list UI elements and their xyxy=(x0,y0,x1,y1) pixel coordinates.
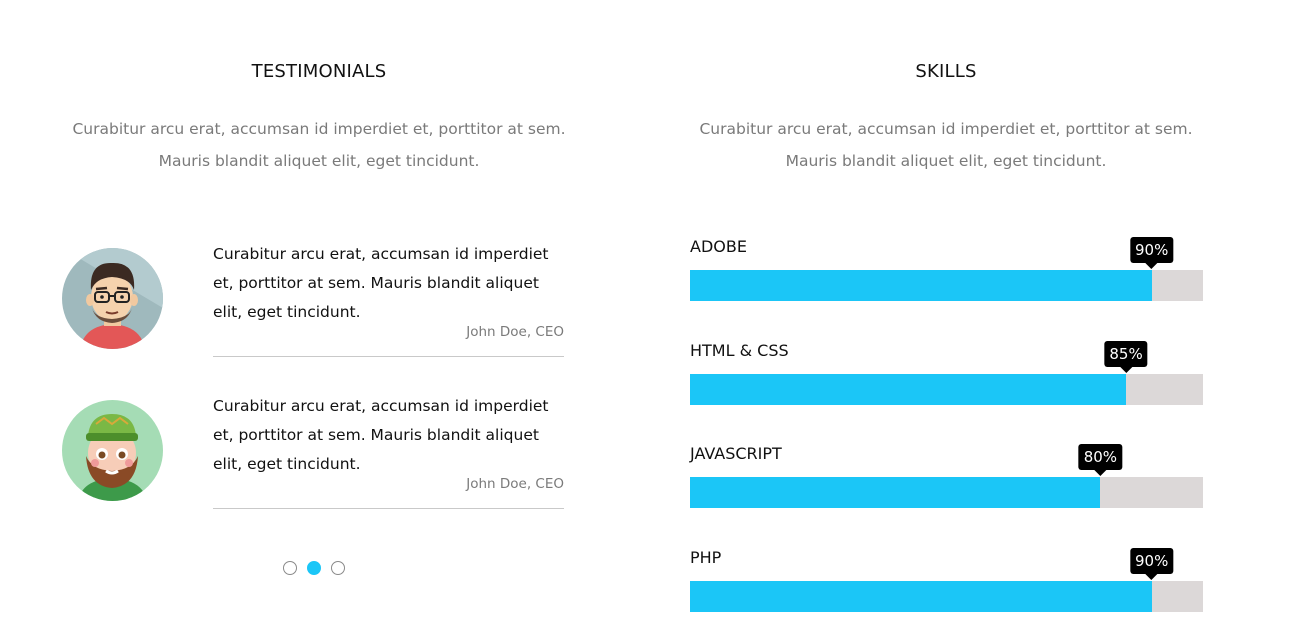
skill-javascript: JAVASCRIPT 80% xyxy=(690,444,1203,512)
skill-percent-tooltip: 90% xyxy=(1130,237,1174,269)
testimonial-pagination xyxy=(283,561,345,575)
testimonial-item: Curabitur arcu erat, accumsan id imperdi… xyxy=(62,245,564,360)
skill-percent-tooltip: 80% xyxy=(1078,444,1123,476)
skill-html-css: HTML & CSS 85% xyxy=(690,341,1203,409)
testimonials-description-line: Mauris blandit aliquet elit, eget tincid… xyxy=(158,152,480,170)
skill-progress-track xyxy=(690,581,1203,612)
skills-title: SKILLS xyxy=(915,61,977,82)
skill-percent-tooltip: 85% xyxy=(1104,341,1148,373)
skill-progress-track xyxy=(690,270,1203,301)
man-with-glasses-avatar-icon xyxy=(62,248,163,349)
testimonials-description: Curabitur arcu erat, accumsan id imperdi… xyxy=(40,113,598,177)
testimonials-title: TESTIMONIALS xyxy=(251,61,387,82)
skills-description-line: Curabitur arcu erat, accumsan id imperdi… xyxy=(699,120,1193,138)
skills-description: Curabitur arcu erat, accumsan id imperdi… xyxy=(656,113,1236,177)
skill-label: HTML & CSS xyxy=(690,341,789,360)
testimonial-divider xyxy=(213,356,564,357)
skill-label: PHP xyxy=(690,548,722,567)
skill-progress-fill xyxy=(690,477,1101,508)
pagination-dot-2[interactable] xyxy=(307,561,321,575)
skill-php: PHP 90% xyxy=(690,548,1203,616)
testimonials-description-line: Curabitur arcu erat, accumsan id imperdi… xyxy=(72,120,566,138)
skill-progress-fill xyxy=(690,270,1152,301)
skill-label: ADOBE xyxy=(690,237,747,256)
skills-description-line: Mauris blandit aliquet elit, eget tincid… xyxy=(785,152,1107,170)
testimonial-item: Curabitur arcu erat, accumsan id imperdi… xyxy=(62,397,564,512)
testimonial-quote: Curabitur arcu erat, accumsan id imperdi… xyxy=(213,397,549,473)
testimonial-author: John Doe, CEO xyxy=(466,324,564,340)
skill-progress-fill xyxy=(690,581,1152,612)
skill-progress-fill xyxy=(690,374,1127,405)
testimonial-author: John Doe, CEO xyxy=(466,476,564,492)
pagination-dot-1[interactable] xyxy=(283,561,297,575)
skill-progress-track xyxy=(690,477,1203,508)
skill-label: JAVASCRIPT xyxy=(690,444,782,463)
skill-adobe: ADOBE 90% xyxy=(690,237,1203,305)
testimonial-quote: Curabitur arcu erat, accumsan id imperdi… xyxy=(213,245,549,321)
bearded-man-green-hat-avatar-icon xyxy=(62,400,163,501)
skill-progress-track xyxy=(690,374,1203,405)
pagination-dot-3[interactable] xyxy=(331,561,345,575)
skill-percent-tooltip: 90% xyxy=(1130,548,1174,580)
testimonial-divider xyxy=(213,508,564,509)
